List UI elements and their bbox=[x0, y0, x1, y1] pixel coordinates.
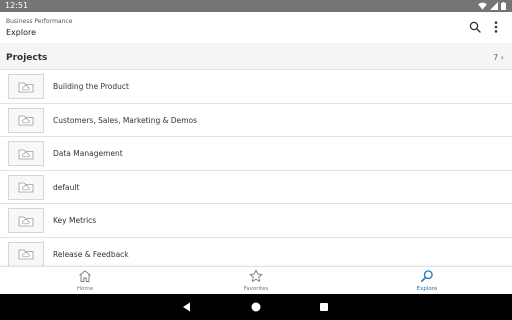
project-thumbnail bbox=[8, 74, 44, 99]
app-header: Business Performance Explore bbox=[0, 12, 512, 43]
header-subtitle: Business Performance bbox=[6, 18, 73, 25]
project-label: Customers, Sales, Marketing & Demos bbox=[53, 115, 198, 125]
list-item[interactable]: Key Metrics bbox=[0, 204, 512, 238]
nav-home[interactable]: Home bbox=[55, 267, 115, 295]
project-label: Data Management bbox=[53, 149, 123, 159]
home-icon bbox=[79, 270, 91, 282]
back-triangle-icon[interactable] bbox=[181, 301, 193, 313]
project-thumbnail bbox=[8, 241, 44, 266]
list-item[interactable]: Data Management bbox=[0, 137, 512, 171]
battery-icon bbox=[501, 2, 506, 10]
folder-cloud-icon bbox=[18, 82, 34, 92]
projects-section-header: Projects 7 › bbox=[0, 43, 512, 70]
search-button[interactable] bbox=[465, 17, 485, 37]
wifi-icon bbox=[478, 2, 487, 10]
list-item[interactable]: Building the Product bbox=[0, 70, 512, 104]
project-thumbnail bbox=[8, 141, 44, 167]
folder-cloud-icon bbox=[18, 115, 34, 126]
star-icon bbox=[249, 269, 263, 282]
nav-favorites[interactable]: Favorites bbox=[226, 267, 286, 295]
nav-home-label: Home bbox=[76, 286, 94, 292]
list-item[interactable]: default bbox=[0, 170, 512, 205]
nav-explore[interactable]: Explore bbox=[397, 267, 457, 295]
recents-square-icon[interactable] bbox=[318, 301, 330, 313]
signal-icon bbox=[490, 2, 498, 10]
explore-icon bbox=[420, 270, 433, 282]
projects-count-link[interactable]: 7 › bbox=[493, 53, 504, 63]
project-list: Building the Product Customers, Sales, M… bbox=[0, 70, 512, 266]
list-item[interactable]: Customers, Sales, Marketing & Demos bbox=[0, 103, 512, 138]
nav-favorites-label: Favorites bbox=[243, 286, 269, 292]
project-label: Key Metrics bbox=[53, 216, 97, 226]
project-label: Building the Product bbox=[53, 82, 129, 91]
folder-cloud-icon bbox=[18, 250, 34, 260]
nav-explore-label: Explore bbox=[416, 286, 438, 292]
more-vert-icon bbox=[494, 21, 498, 33]
project-thumbnail bbox=[8, 174, 44, 200]
project-label: default bbox=[53, 182, 80, 192]
project-thumbnail bbox=[8, 208, 44, 234]
system-nav-bar bbox=[0, 294, 512, 320]
project-thumbnail bbox=[8, 107, 44, 133]
home-circle-icon[interactable] bbox=[250, 301, 262, 313]
more-options-button[interactable] bbox=[486, 17, 506, 37]
status-bar: 12:51 bbox=[0, 0, 512, 12]
project-label: Release & Feedback bbox=[53, 249, 129, 259]
bottom-nav: Home Favorites Explore bbox=[0, 266, 512, 294]
section-title: Projects bbox=[6, 53, 48, 63]
status-icons bbox=[478, 2, 506, 10]
folder-cloud-icon bbox=[18, 182, 34, 193]
page-title: Explore bbox=[6, 28, 37, 37]
folder-cloud-icon bbox=[18, 149, 34, 160]
list-item[interactable]: Release & Feedback bbox=[0, 237, 512, 266]
status-time: 12:51 bbox=[5, 1, 29, 10]
search-icon bbox=[469, 21, 481, 33]
folder-cloud-icon bbox=[18, 216, 34, 227]
